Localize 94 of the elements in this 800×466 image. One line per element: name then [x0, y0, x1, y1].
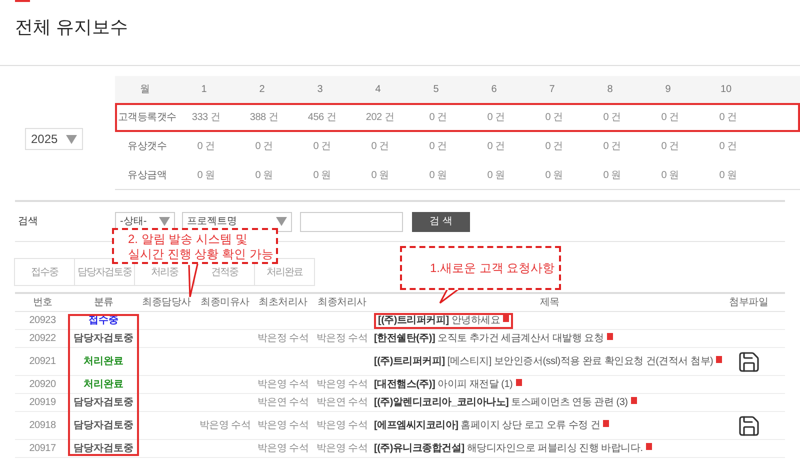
column-header: 제목: [540, 296, 560, 310]
table-cell-text: 0 원: [254, 169, 274, 183]
column-header: 1: [200, 83, 208, 97]
status-label: 처리완료: [82, 378, 124, 392]
column-header: 월: [139, 83, 151, 97]
table-cell-text: 20920: [28, 378, 57, 392]
table-cell-text: 0 건: [544, 140, 564, 154]
table-cell-text: 박은영 수석: [315, 419, 369, 433]
column-header: 4: [374, 83, 382, 97]
column-header: 첨부파일: [729, 296, 768, 310]
column-header: 최종담당사: [142, 296, 191, 310]
table-cell-text: 박은영 수석: [256, 378, 310, 392]
table-cell-text: 388 건: [248, 111, 280, 125]
table-cell-text: 0 원: [544, 169, 564, 183]
table-cell-text: 0 건: [486, 111, 506, 125]
column-header: 5: [432, 83, 440, 97]
title-link[interactable]: [대전햄스(주)] 아이피 재전달 (1): [374, 378, 522, 390]
table-cell-text: 20917: [28, 442, 57, 456]
column-header: 최초처리사: [258, 296, 308, 310]
column-header: 분류: [94, 296, 114, 310]
year-select[interactable]: 2025: [25, 128, 83, 150]
table-cell-text: 20919: [28, 396, 57, 410]
table-cell-text: 0 건: [312, 140, 332, 154]
table-cell-text: 박은연 수석: [315, 396, 369, 410]
table-cell-text: 0 건: [428, 140, 448, 154]
table-cell-text: 0 원: [312, 169, 332, 183]
column-header: 6: [490, 83, 498, 97]
column-header: 9: [664, 83, 672, 97]
table-cell-text: 박은영 수석: [256, 442, 310, 456]
search-button[interactable]: 검 색: [412, 212, 470, 232]
table-cell-text: 0 건: [544, 111, 564, 125]
table-cell-text: 0 원: [486, 169, 506, 183]
table-cell-text: 20918: [28, 419, 57, 433]
table-cell-text: 333 건: [190, 111, 222, 125]
table-cell-text: 0 건: [196, 140, 216, 154]
page-title: 전체 유지보수: [15, 16, 130, 39]
row-label: 고객등록갯수: [117, 111, 177, 125]
table-cell-text: 0 원: [602, 169, 622, 183]
status-label: 접수중: [88, 314, 120, 328]
status-label: 처리완료: [82, 355, 124, 369]
table-cell-text: 456 건: [306, 111, 338, 125]
table-cell-text: 박은영 수석: [315, 442, 369, 456]
title-link[interactable]: [한전쉘탄(주)] 오직토 추가건 세금계산서 대발행 요청: [374, 332, 613, 344]
table-cell-text: 0 건: [718, 140, 738, 154]
table-cell-text: 0 원: [196, 169, 216, 183]
table-cell-text: 20922: [28, 332, 57, 346]
table-cell-text: 박은정 수석: [315, 332, 369, 346]
table-cell-text: 박은정 수석: [256, 332, 310, 346]
title-link[interactable]: [(주)트리퍼커피] [메스티지] 보안인증서(ssl)적용 완료 확인요청 건(견적서 첨부): [374, 356, 722, 368]
table-cell-text: 20921: [28, 355, 57, 369]
column-header: 최종처리사: [318, 296, 366, 310]
table-cell-text: 0 건: [254, 140, 274, 154]
table-cell-text: 0 건: [370, 140, 390, 154]
table-cell-text: 0 건: [486, 140, 506, 154]
row-label: 유상갯수: [126, 140, 168, 154]
table-cell-text: 0 원: [660, 169, 680, 183]
title-link[interactable]: [(주)유니크종합건설] 해당디자인으로 퍼블리싱 진행 바랍니다.: [374, 442, 652, 454]
status-label: 담당자검토중: [72, 396, 134, 410]
column-header: 10: [719, 83, 733, 97]
status-label: 담당자검토중: [72, 419, 134, 433]
column-header: 3: [316, 83, 324, 97]
table-cell-text: 0 건: [660, 140, 680, 154]
dropdown-caret-icon: [159, 217, 170, 226]
column-header: 8: [606, 83, 614, 97]
column-header: 최종미유사: [200, 296, 250, 310]
table-cell-text: 202 건: [364, 111, 396, 125]
title-link[interactable]: [(주)트리퍼커피] 안녕하세요: [374, 312, 514, 328]
table-cell-text: 박은연 수석: [256, 396, 310, 410]
table-cell-text: 0 건: [718, 111, 738, 125]
table-cell-text: 박은영 수석: [198, 419, 252, 433]
status-label: 담당자검토중: [72, 442, 134, 456]
dropdown-caret-icon: [66, 134, 77, 144]
dropdown-caret-icon: [276, 217, 287, 226]
table-cell-text: 0 원: [428, 169, 448, 183]
callout-text: 1.새로운 고객 요청사항: [430, 260, 556, 276]
table-cell-text: 0 건: [602, 140, 622, 154]
column-header: 번호: [32, 296, 52, 310]
search-field[interactable]: [300, 212, 403, 232]
table-cell-text: 0 원: [370, 169, 390, 183]
title-link[interactable]: [(주)알렌디코리아_코리아나노] 토스페이먼츠 연동 관련 (3): [374, 396, 637, 408]
table-cell-text: 박은영 수석: [315, 378, 369, 392]
column-header: 2: [258, 83, 266, 97]
table-cell-text: 20923: [28, 314, 57, 328]
column-header: 7: [548, 83, 556, 97]
table-cell-text: 0 건: [602, 111, 622, 125]
table-cell-text: 박은영 수석: [256, 419, 310, 433]
status-label: 담당자검토중: [72, 332, 134, 346]
search-label: 검색: [17, 215, 39, 229]
table-cell-text: 0 건: [660, 111, 680, 125]
callout-text: 2. 알림 발송 시스템 및: [128, 232, 248, 247]
table-cell-text: 0 원: [718, 169, 738, 183]
title-link[interactable]: [에프엠씨지코리아] 홈페이지 상단 로고 오류 수정 건: [374, 420, 610, 432]
table-cell-text: 0 건: [428, 111, 448, 125]
row-label: 유상금액: [126, 169, 168, 183]
